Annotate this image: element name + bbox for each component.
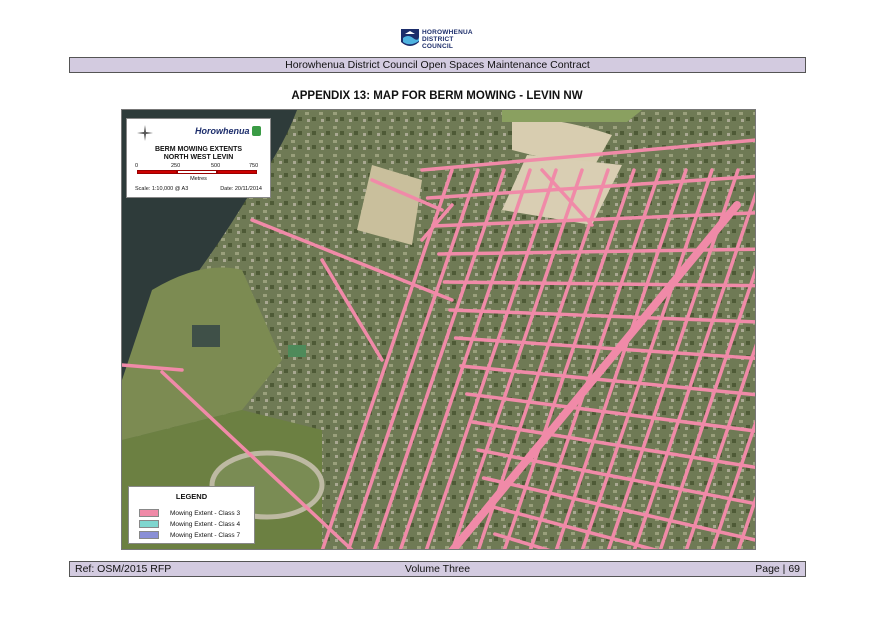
footer-band: Ref: OSM/2015 RFP Volume Three Page | 69 [69,561,806,577]
legend-swatch [139,531,159,539]
legend-label: Mowing Extent - Class 3 [170,510,241,517]
map-title-box: Horowhenua BERM MOWING EXTENTS NORTH WES… [126,118,271,198]
brand-mark-icon [252,126,261,136]
scale-tick-500: 500 [211,163,221,169]
legend-swatch [139,520,159,528]
map-scale: Scale: 1:10,000 @ A3 [135,186,189,192]
legend-title: LEGEND [175,492,208,501]
scale-tick-750: 750 [249,163,259,169]
footer-page: Page | 69 [755,563,800,575]
map-title-line-2: NORTH WEST LEVIN [163,154,234,161]
map-legend: LEGEND Mowing Extent - Class 3 Mowing Ex… [128,486,255,544]
map-date: Date: 20/11/2014 [220,186,262,192]
scale-units: Metres [190,176,207,182]
footer-volume: Volume Three [404,563,471,575]
logo-line-2: DISTRICT [422,36,454,43]
legend-swatch [139,509,159,517]
logo-line-1: HOROWHENUA [422,29,473,36]
scale-tick-0: 0 [135,163,139,169]
legend-label: Mowing Extent - Class 7 [170,532,241,539]
council-logo: HOROWHENUA DISTRICT COUNCIL [400,28,496,52]
map-title-line-1: BERM MOWING EXTENTS [154,146,243,153]
legend-label: Mowing Extent - Class 4 [170,521,241,528]
north-arrow-icon [137,125,153,141]
scale-bar [137,170,257,175]
brand-name: Horowhenua [195,126,250,136]
aerial-map[interactable]: Horowhenua BERM MOWING EXTENTS NORTH WES… [121,109,756,550]
scale-tick-250: 250 [171,163,181,169]
council-logo-icon [401,29,419,46]
header-band: Horowhenua District Council Open Spaces … [69,57,806,73]
appendix-title: APPENDIX 13: MAP FOR BERM MOWING - LEVIN… [291,90,583,102]
logo-line-3: COUNCIL [422,43,454,50]
